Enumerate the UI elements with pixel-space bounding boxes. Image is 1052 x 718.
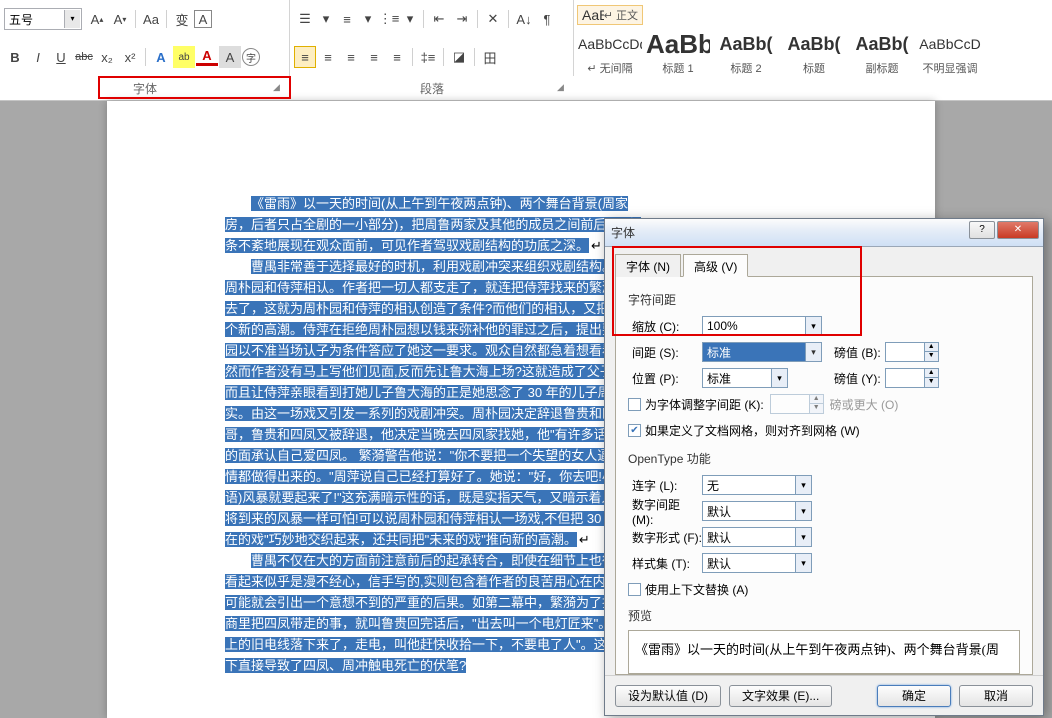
style-6[interactable]: AaBbCcD不明显强调 bbox=[917, 27, 983, 83]
char-border-button[interactable]: A bbox=[194, 10, 212, 28]
style-4[interactable]: AaBb(标题 bbox=[781, 27, 847, 83]
shading-button[interactable]: ◪ bbox=[448, 46, 470, 68]
ok-button[interactable]: 确定 bbox=[877, 685, 951, 707]
bold-button[interactable]: B bbox=[4, 46, 26, 68]
underline-button[interactable]: U bbox=[50, 46, 72, 68]
indent-right-button[interactable]: ⇥ bbox=[451, 8, 473, 30]
style-5[interactable]: AaBb(副标题 bbox=[849, 27, 915, 83]
font-size-value: 五号 bbox=[9, 11, 33, 28]
section-opentype: OpenType 功能 bbox=[628, 450, 1020, 467]
group-label-paragraph: 段落 ◢ bbox=[290, 76, 574, 101]
numbering-button[interactable]: ≡ bbox=[336, 8, 358, 30]
text-effect-button[interactable]: A bbox=[150, 46, 172, 68]
dialog-footer: 设为默认值 (D) 文字效果 (E)... 确定 取消 bbox=[605, 675, 1043, 715]
dialog-title: 字体 bbox=[611, 224, 635, 241]
section-preview: 预览 bbox=[628, 607, 1020, 624]
strike-button[interactable]: abc bbox=[73, 46, 95, 68]
change-case-button[interactable]: Aa bbox=[140, 8, 162, 30]
chevron-down-icon[interactable]: ▾ bbox=[359, 8, 377, 30]
subscript-button[interactable]: x₂ bbox=[96, 46, 118, 68]
spacing-pt-spinner[interactable]: ▲▼ bbox=[885, 342, 939, 362]
group-paragraph: ☰▾ ≡▾ ⋮≡▾ ⇤ ⇥ ✕ A↓ ¶ ≡ ≡ ≡ ≡ ≡ ‡≡ ◪ 田 bbox=[290, 0, 574, 76]
numform-select[interactable]: 默认▾ bbox=[702, 527, 812, 547]
enclose-char-button[interactable]: 字 bbox=[242, 48, 260, 66]
align-left-button[interactable]: ≡ bbox=[294, 46, 316, 68]
font-size-select[interactable]: 五号 ▾ bbox=[4, 8, 82, 30]
close-button[interactable]: ✕ bbox=[997, 221, 1039, 239]
cancel-button[interactable]: 取消 bbox=[959, 685, 1033, 707]
text-effects-button[interactable]: 文字效果 (E)... bbox=[729, 685, 832, 707]
sort-button[interactable]: A↓ bbox=[513, 8, 535, 30]
kerning-spinner: ▲▼ bbox=[770, 394, 824, 414]
spacing-label: 间距 (S): bbox=[628, 344, 702, 361]
chevron-down-icon[interactable]: ▾ bbox=[317, 8, 335, 30]
tab-font[interactable]: 字体 (N) bbox=[615, 254, 681, 277]
position-pt-label: 磅值 (Y): bbox=[834, 370, 881, 387]
chevron-down-icon[interactable]: ▾ bbox=[64, 10, 80, 28]
text-direction-button[interactable]: ✕ bbox=[482, 8, 504, 30]
dialog-launcher-icon[interactable]: ◢ bbox=[557, 82, 570, 95]
kerning-unit: 磅或更大 (O) bbox=[830, 396, 899, 413]
position-select[interactable]: 标准▾ bbox=[702, 368, 788, 388]
position-pt-spinner[interactable]: ▲▼ bbox=[885, 368, 939, 388]
dialog-tabs: 字体 (N) 高级 (V) bbox=[615, 253, 1033, 277]
section-char-spacing: 字符间距 bbox=[628, 291, 1020, 308]
tab-advanced[interactable]: 高级 (V) bbox=[683, 254, 748, 277]
numspacing-select[interactable]: 默认▾ bbox=[702, 501, 812, 521]
ligature-select[interactable]: 无▾ bbox=[702, 475, 812, 495]
align-justify-button[interactable]: ≡ bbox=[363, 46, 385, 68]
preview-box: 《雷雨》以一天的时间(从上午到午夜两点钟)、两个舞台背景(周 bbox=[628, 630, 1020, 674]
context-alt-label: 使用上下文替换 (A) bbox=[645, 581, 748, 598]
style-1[interactable]: AaBbCcDd↵ 无间隔 bbox=[577, 27, 643, 83]
multilevel-button[interactable]: ⋮≡ bbox=[378, 8, 400, 30]
kerning-checkbox[interactable] bbox=[628, 398, 641, 411]
group-font: 五号 ▾ A▴ A▾ Aa 变 A B I U abc x₂ x² A ab A… bbox=[0, 0, 290, 76]
scale-select[interactable]: 100%▾ bbox=[702, 316, 822, 336]
superscript-button[interactable]: x² bbox=[119, 46, 141, 68]
highlight-button[interactable]: ab bbox=[173, 46, 195, 68]
snap-grid-checkbox[interactable]: ✔ bbox=[628, 424, 641, 437]
styleset-label: 样式集 (T): bbox=[628, 555, 702, 572]
align-center-button[interactable]: ≡ bbox=[317, 46, 339, 68]
help-button[interactable]: ? bbox=[969, 221, 995, 239]
bullets-button[interactable]: ☰ bbox=[294, 8, 316, 30]
align-right-button[interactable]: ≡ bbox=[340, 46, 362, 68]
char-shading-button[interactable]: A bbox=[219, 46, 241, 68]
font-dialog: 字体 ? ✕ 字体 (N) 高级 (V) 字符间距 缩放 (C): 100%▾ … bbox=[604, 218, 1044, 716]
style-3[interactable]: AaBb(标题 2 bbox=[713, 27, 779, 83]
tab-panel-advanced: 字符间距 缩放 (C): 100%▾ 间距 (S): 标准▾ 磅值 (B): ▲… bbox=[615, 277, 1033, 675]
shrink-font-button[interactable]: A▾ bbox=[109, 8, 131, 30]
phonetic-guide-button[interactable]: 变 bbox=[171, 8, 193, 30]
scale-label: 缩放 (C): bbox=[628, 318, 702, 335]
line-spacing-button[interactable]: ‡≡ bbox=[417, 46, 439, 68]
position-label: 位置 (P): bbox=[628, 370, 702, 387]
spacing-select[interactable]: 标准▾ bbox=[702, 342, 822, 362]
font-color-button[interactable]: A bbox=[196, 48, 218, 66]
dialog-launcher-icon[interactable]: ◢ bbox=[273, 82, 286, 95]
snap-grid-label: 如果定义了文档网格，则对齐到网格 (W) bbox=[645, 422, 860, 439]
set-default-button[interactable]: 设为默认值 (D) bbox=[615, 685, 721, 707]
show-marks-button[interactable]: ¶ bbox=[536, 8, 558, 30]
context-alt-checkbox[interactable] bbox=[628, 583, 641, 596]
style-0[interactable]: AaBbCcDd↵ 正文 bbox=[577, 5, 643, 25]
spacing-pt-label: 磅值 (B): bbox=[834, 344, 881, 361]
group-styles: AaBbCcDd↵ 正文AaBbCcDd↵ 无间隔AaBb标题 1AaBb(标题… bbox=[574, 0, 1052, 76]
ligature-label: 连字 (L): bbox=[628, 477, 702, 494]
italic-button[interactable]: I bbox=[27, 46, 49, 68]
group-label-font: 字体 ◢ bbox=[0, 76, 290, 101]
borders-button[interactable]: 田 bbox=[479, 46, 501, 68]
dialog-titlebar[interactable]: 字体 ? ✕ bbox=[605, 219, 1043, 247]
numform-label: 数字形式 (F): bbox=[628, 529, 702, 546]
indent-left-button[interactable]: ⇤ bbox=[428, 8, 450, 30]
chevron-down-icon[interactable]: ▾ bbox=[401, 8, 419, 30]
grow-font-button[interactable]: A▴ bbox=[86, 8, 108, 30]
kerning-label: 为字体调整字间距 (K): bbox=[645, 396, 764, 413]
numspacing-label: 数字间距 (M): bbox=[628, 496, 702, 527]
styleset-select[interactable]: 默认▾ bbox=[702, 553, 812, 573]
style-2[interactable]: AaBb标题 1 bbox=[645, 27, 711, 83]
ribbon: 五号 ▾ A▴ A▾ Aa 变 A B I U abc x₂ x² A ab A… bbox=[0, 0, 1052, 101]
align-dist-button[interactable]: ≡ bbox=[386, 46, 408, 68]
